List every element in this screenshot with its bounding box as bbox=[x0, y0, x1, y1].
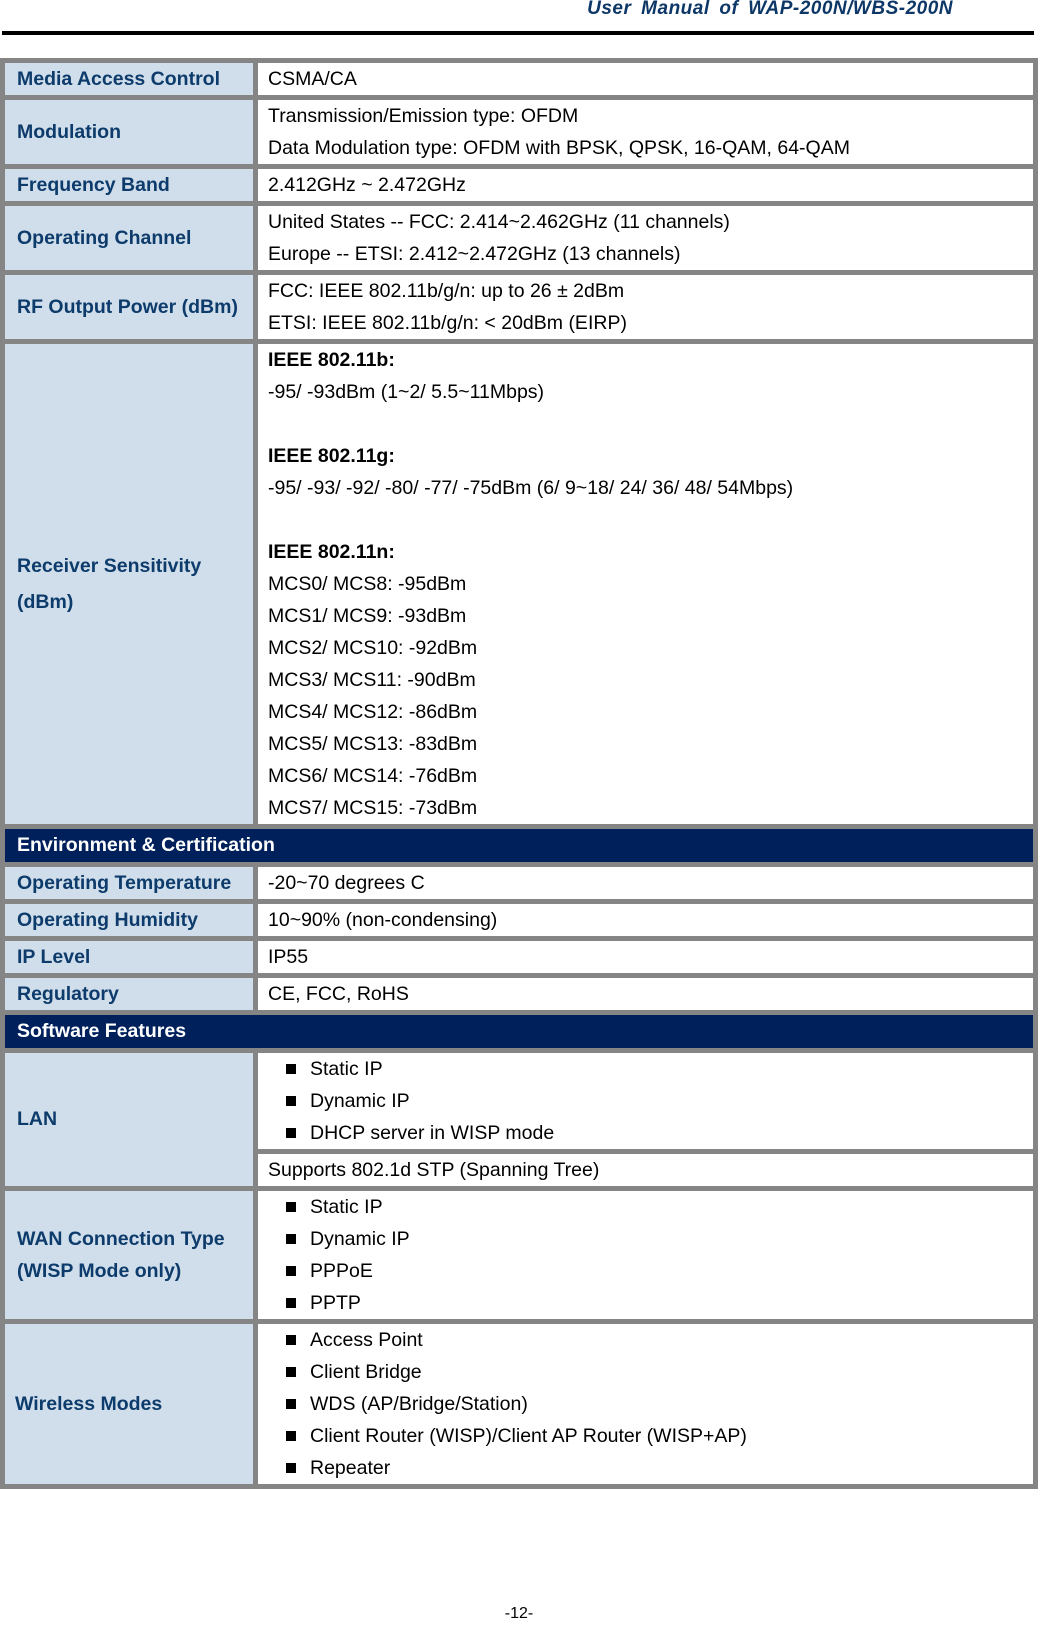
standard-heading-11g: IEEE 802.11g: bbox=[268, 445, 395, 467]
spec-value: Access Point Client Bridge WDS (AP/Bridg… bbox=[253, 1319, 1038, 1489]
spec-label: RF Output Power (dBm) bbox=[0, 270, 258, 344]
spec-value: Static IP Dynamic IP PPPoE PPTP bbox=[253, 1186, 1038, 1324]
value-line: -95/ -93/ -92/ -80/ -77/ -75dBm (6/ 9~18… bbox=[268, 477, 794, 499]
section-title: Software Features bbox=[0, 1010, 1038, 1053]
table-row: IP Level IP55 bbox=[0, 936, 1038, 978]
value-line: MCS3/ MCS11: -90dBm bbox=[268, 669, 476, 691]
table-row: Operating Temperature -20~70 degrees C bbox=[0, 862, 1038, 904]
label-line: WAN Connection Type bbox=[17, 1228, 225, 1250]
spec-value: CSMA/CA bbox=[253, 58, 1038, 100]
page-number: -12- bbox=[504, 1605, 534, 1622]
bullet-square-icon bbox=[286, 1128, 296, 1138]
value-line: MCS4/ MCS12: -86dBm bbox=[268, 701, 478, 723]
value-line: -95/ -93dBm (1~2/ 5.5~11Mbps) bbox=[268, 381, 545, 403]
wan-connection-list: Static IP Dynamic IP PPPoE PPTP bbox=[268, 1191, 1033, 1319]
list-item: Dynamic IP bbox=[286, 1223, 1033, 1255]
spec-value: United States -- FCC: 2.414~2.462GHz (11… bbox=[253, 201, 1038, 275]
value-line: FCC: IEEE 802.11b/g/n: up to 26 ± 2dBm bbox=[268, 280, 625, 302]
spec-label: Operating Humidity bbox=[0, 899, 258, 941]
value-line: Transmission/Emission type: OFDM bbox=[268, 105, 579, 127]
label-line: (WISP Mode only) bbox=[17, 1260, 182, 1282]
value-line: MCS2/ MCS10: -92dBm bbox=[268, 637, 478, 659]
bullet-square-icon bbox=[286, 1202, 296, 1212]
standard-heading-11n: IEEE 802.11n: bbox=[268, 541, 395, 563]
table-row: WAN Connection Type (WISP Mode only) Sta… bbox=[0, 1186, 1038, 1324]
section-header-software: Software Features bbox=[0, 1010, 1038, 1053]
label-line: (dBm) bbox=[17, 591, 74, 613]
spec-label: Modulation bbox=[0, 95, 258, 169]
bullet-square-icon bbox=[286, 1298, 296, 1308]
spec-label: Regulatory bbox=[0, 973, 258, 1015]
spec-value: -20~70 degrees C bbox=[253, 862, 1038, 904]
table-row: RF Output Power (dBm) FCC: IEEE 802.11b/… bbox=[0, 270, 1038, 344]
table-row: Wireless Modes Access Point Client Bridg… bbox=[0, 1319, 1038, 1489]
bullet-square-icon bbox=[286, 1463, 296, 1473]
spec-value: FCC: IEEE 802.11b/g/n: up to 26 ± 2dBm E… bbox=[253, 270, 1038, 344]
table-row: Operating Humidity 10~90% (non-condensin… bbox=[0, 899, 1038, 941]
table-row: Regulatory CE, FCC, RoHS bbox=[0, 973, 1038, 1015]
value-line: MCS5/ MCS13: -83dBm bbox=[268, 733, 478, 755]
list-item: Client Router (WISP)/Client AP Router (W… bbox=[286, 1420, 1033, 1452]
spec-label: Frequency Band bbox=[0, 164, 258, 206]
list-item: PPPoE bbox=[286, 1255, 1033, 1287]
spec-value: IEEE 802.11b: -95/ -93dBm (1~2/ 5.5~11Mb… bbox=[253, 339, 1038, 829]
value-line: MCS1/ MCS9: -93dBm bbox=[268, 605, 467, 627]
value-line: MCS7/ MCS15: -73dBm bbox=[268, 797, 478, 819]
bullet-square-icon bbox=[286, 1335, 296, 1345]
wireless-modes-list: Access Point Client Bridge WDS (AP/Bridg… bbox=[268, 1324, 1033, 1484]
table-row: Operating Channel United States -- FCC: … bbox=[0, 201, 1038, 275]
spec-value: Supports 802.1d STP (Spanning Tree) bbox=[253, 1149, 1038, 1191]
list-item: Dynamic IP bbox=[286, 1085, 1033, 1117]
list-item: Static IP bbox=[286, 1191, 1033, 1223]
bullet-square-icon bbox=[286, 1266, 296, 1276]
standard-heading-11b: IEEE 802.11b: bbox=[268, 349, 395, 371]
spec-value: 2.412GHz ~ 2.472GHz bbox=[253, 164, 1038, 206]
value-line: ETSI: IEEE 802.11b/g/n: < 20dBm (EIRP) bbox=[268, 312, 627, 334]
table-row: LAN Static IP Dynamic IP DHCP server in … bbox=[0, 1048, 1038, 1191]
list-item: DHCP server in WISP mode bbox=[286, 1117, 1033, 1149]
spec-label: WAN Connection Type (WISP Mode only) bbox=[0, 1186, 258, 1324]
specification-table: Media Access Control CSMA/CA Modulation … bbox=[0, 58, 1038, 1489]
bullet-square-icon bbox=[286, 1234, 296, 1244]
value-line: United States -- FCC: 2.414~2.462GHz (11… bbox=[268, 211, 730, 233]
bullet-square-icon bbox=[286, 1431, 296, 1441]
spec-label: Operating Temperature bbox=[0, 862, 258, 904]
value-line: MCS0/ MCS8: -95dBm bbox=[268, 573, 467, 595]
list-item: Static IP bbox=[286, 1053, 1033, 1085]
spec-value: Static IP Dynamic IP DHCP server in WISP… bbox=[253, 1048, 1038, 1154]
list-item: Repeater bbox=[286, 1452, 1033, 1484]
spec-label: Wireless Modes bbox=[0, 1319, 258, 1489]
list-item: Access Point bbox=[286, 1324, 1033, 1356]
table-row: Frequency Band 2.412GHz ~ 2.472GHz bbox=[0, 164, 1038, 206]
spec-label: Receiver Sensitivity (dBm) bbox=[0, 339, 258, 829]
table-row: Media Access Control CSMA/CA bbox=[0, 58, 1038, 100]
label-line: Receiver Sensitivity bbox=[17, 555, 202, 577]
value-line: MCS6/ MCS14: -76dBm bbox=[268, 765, 478, 787]
value-line: Data Modulation type: OFDM with BPSK, QP… bbox=[268, 137, 850, 159]
list-item: WDS (AP/Bridge/Station) bbox=[286, 1388, 1033, 1420]
spec-label: LAN bbox=[0, 1048, 258, 1191]
lan-feature-list: Static IP Dynamic IP DHCP server in WISP… bbox=[268, 1053, 1033, 1149]
list-item: PPTP bbox=[286, 1287, 1033, 1319]
table-row: Modulation Transmission/Emission type: O… bbox=[0, 95, 1038, 169]
list-item: Client Bridge bbox=[286, 1356, 1033, 1388]
value-line: Europe -- ETSI: 2.412~2.472GHz (13 chann… bbox=[268, 243, 681, 265]
spec-value: IP55 bbox=[253, 936, 1038, 978]
spec-label: Media Access Control bbox=[0, 58, 258, 100]
spec-value: CE, FCC, RoHS bbox=[253, 973, 1038, 1015]
header-divider bbox=[2, 31, 1034, 35]
document-header-title: User Manual of WAP-200N/WBS-200N bbox=[587, 0, 953, 19]
spec-label: IP Level bbox=[0, 936, 258, 978]
section-title: Environment & Certification bbox=[0, 824, 1038, 867]
spec-label: Operating Channel bbox=[0, 201, 258, 275]
section-header-environment: Environment & Certification bbox=[0, 824, 1038, 867]
bullet-square-icon bbox=[286, 1367, 296, 1377]
bullet-square-icon bbox=[286, 1064, 296, 1074]
bullet-square-icon bbox=[286, 1399, 296, 1409]
bullet-square-icon bbox=[286, 1096, 296, 1106]
table-row: Receiver Sensitivity (dBm) IEEE 802.11b:… bbox=[0, 339, 1038, 829]
spec-value: Transmission/Emission type: OFDM Data Mo… bbox=[253, 95, 1038, 169]
spec-value: 10~90% (non-condensing) bbox=[253, 899, 1038, 941]
